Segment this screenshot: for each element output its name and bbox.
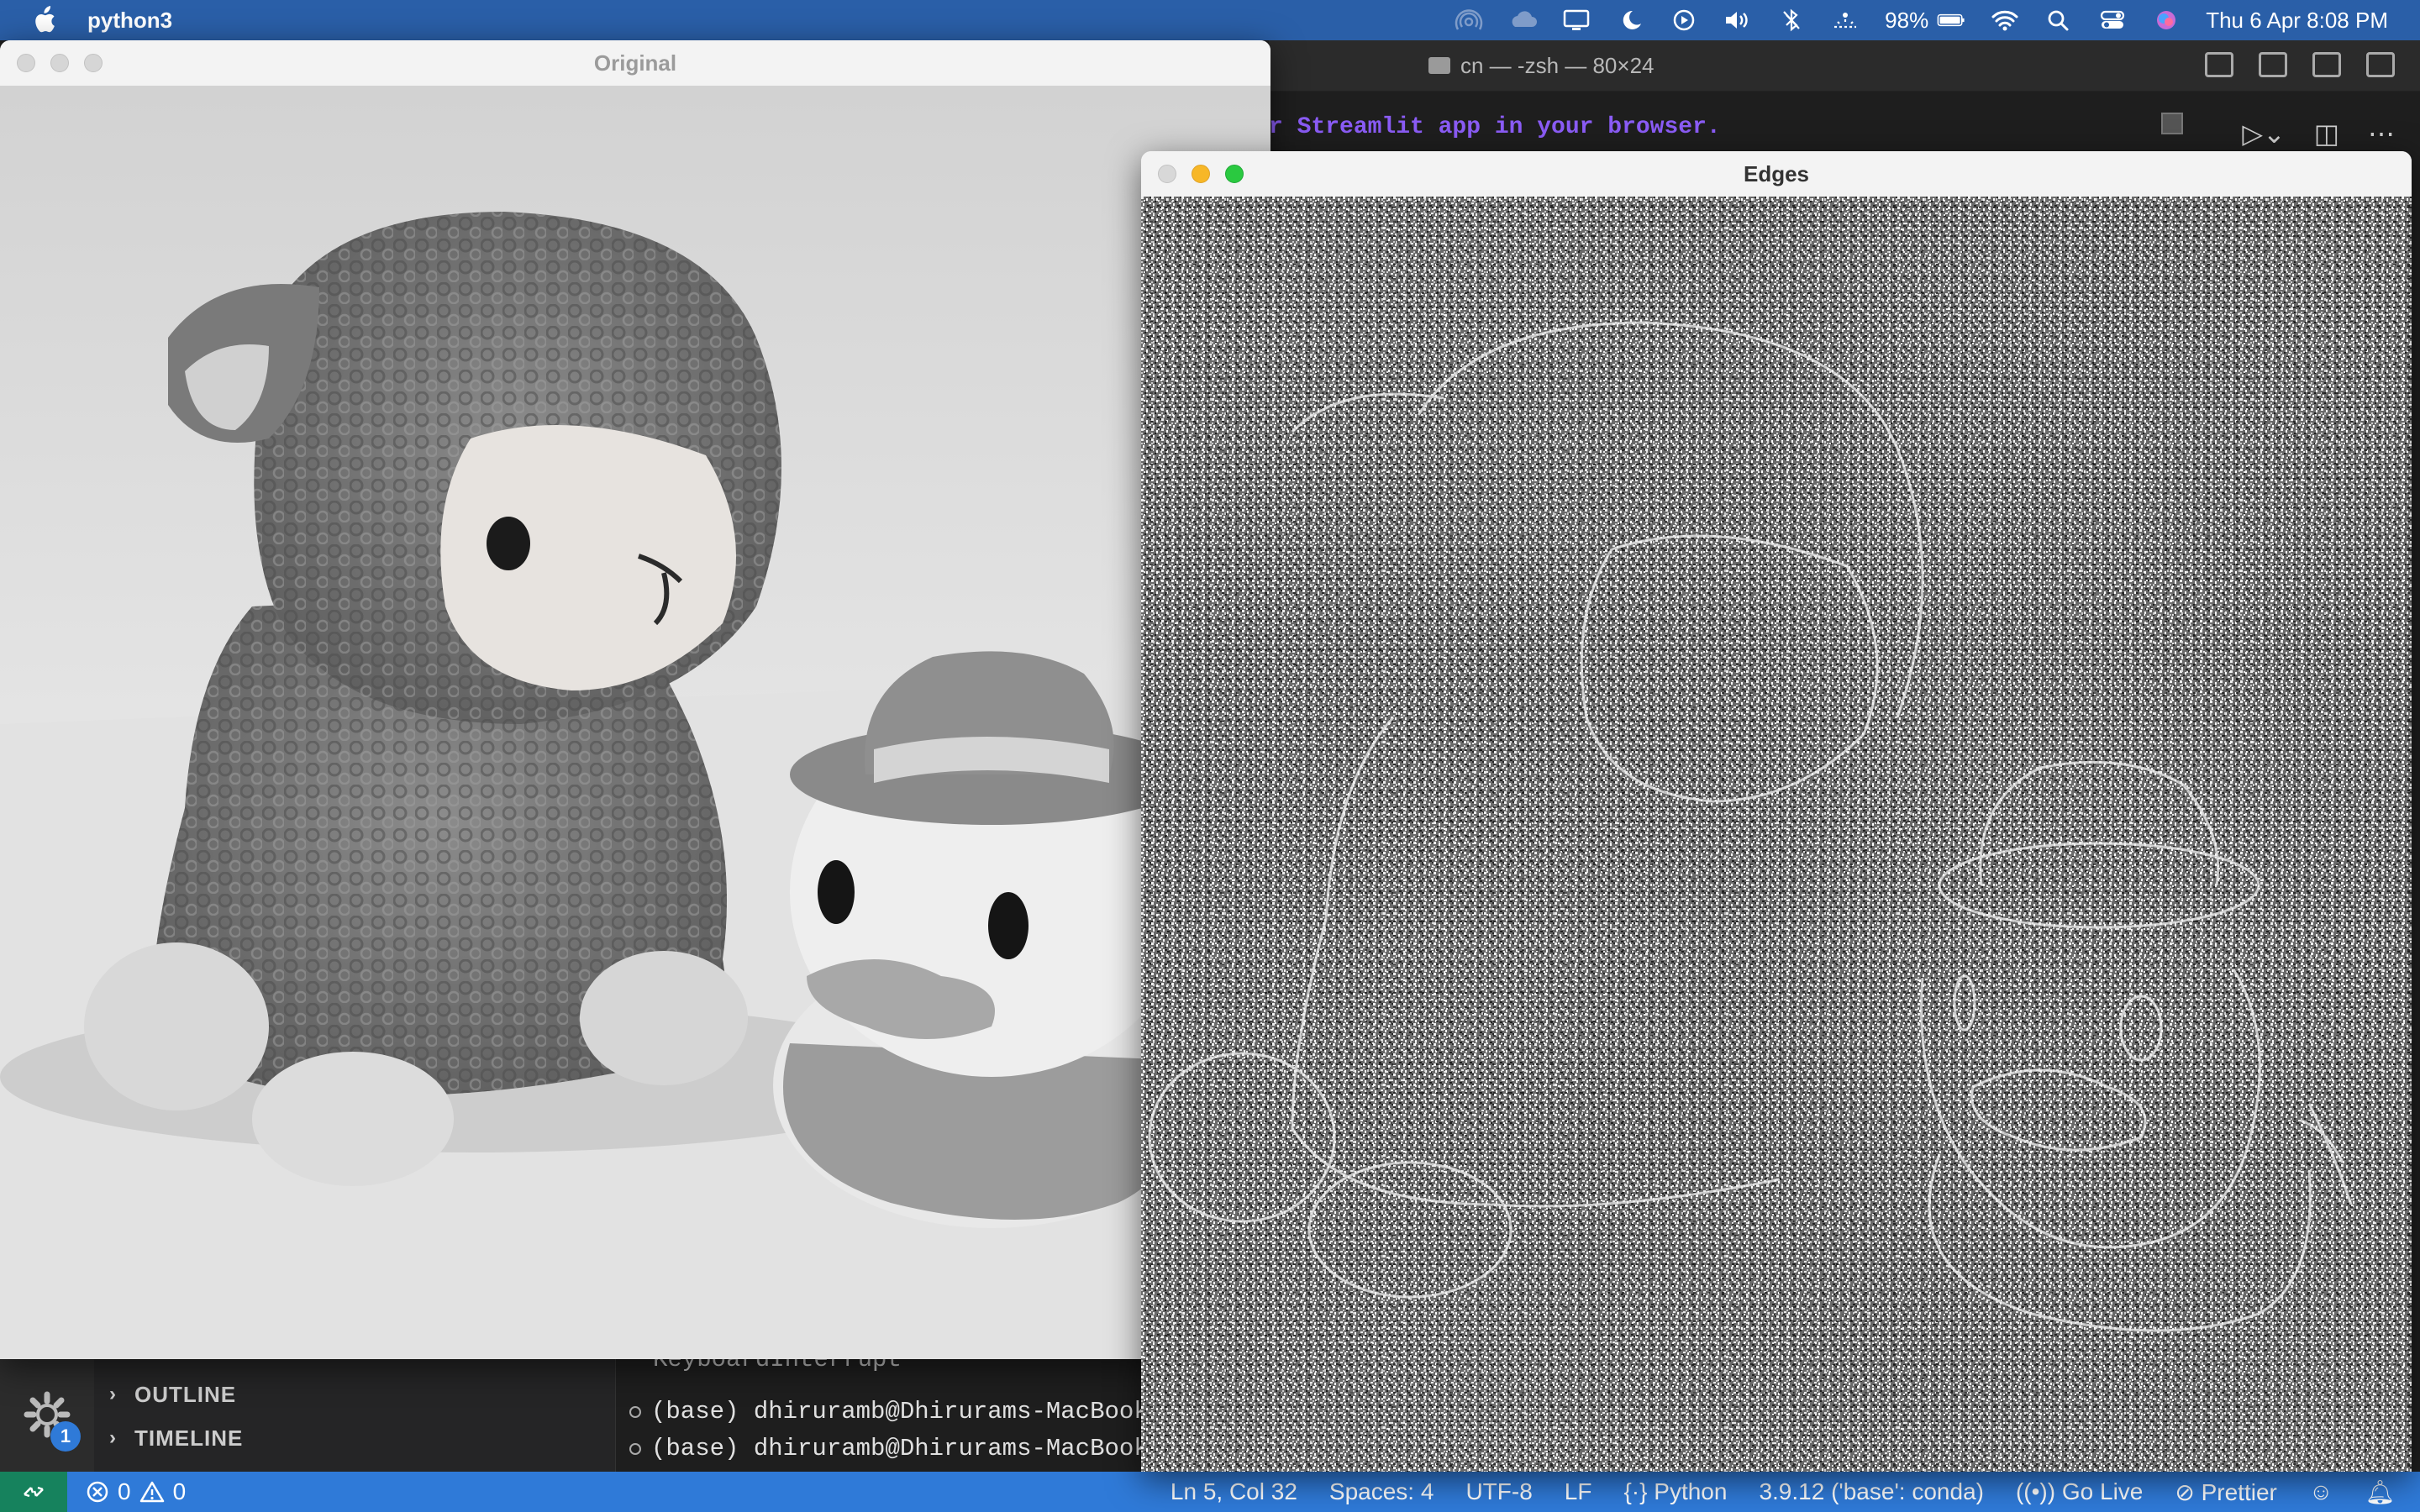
status-menu-area: 98% Thu 6 Apr 8:08 PM [1455,0,2388,40]
terminal-output-line: r Streamlit app in your browser. [1269,114,1721,140]
terminal-prompt: (base) dhiruramb@Dhirurams-MacBook [651,1435,1149,1462]
more-actions-icon[interactable]: ⋯ [2368,118,2395,150]
chevron-right-icon: › [109,1426,117,1449]
terminal-title-text: cn — -zsh — 80×24 [1460,53,1655,78]
edges-window-title: Edges [1743,161,1810,186]
customize-layout-icon[interactable] [2366,52,2395,77]
error-count: 0 [118,1478,131,1504]
line-ending[interactable]: LF [1565,1478,1592,1505]
remote-indicator-icon[interactable] [0,1472,67,1512]
cursor-position[interactable]: Ln 5, Col 32 [1171,1478,1297,1505]
notifications-bell-icon[interactable]: 🔔︎ [2365,1478,2395,1506]
menu-bar: python3 98% Thu 6 Apr 8:08 PM [0,0,2420,40]
terminal-line: (base) dhiruramb@Dhirurams-MacBook [616,1398,1149,1425]
chevron-right-icon: › [109,1383,117,1405]
language-label: Python [1654,1478,1728,1504]
network-icon[interactable] [1831,8,1860,32]
cloud-icon[interactable] [1508,8,1538,32]
warning-icon [139,1481,164,1503]
terminal-scroll-icon[interactable] [2161,113,2183,134]
bluetooth-icon[interactable] [1777,8,1806,32]
app-name[interactable]: python3 [87,8,172,34]
terminal-line: (base) dhiruramb@Dhirurams-MacBook [616,1435,1149,1462]
toggle-sidebar-icon[interactable] [2205,52,2233,77]
terminal-prompt: (base) dhiruramb@Dhirurams-MacBook [651,1398,1149,1425]
siri-icon[interactable] [2152,8,2181,32]
battery-percent: 98% [1885,7,1929,33]
play-icon[interactable] [1670,8,1698,32]
wifi-icon[interactable] [1991,8,2019,32]
volume-icon[interactable] [1723,8,1752,32]
edges-noise-image [1141,197,2412,1472]
go-live-label: Go Live [2061,1478,2144,1504]
timeline-label: TIMELINE [134,1425,244,1451]
status-bar: 0 0 Ln 5, Col 32 Spaces: 4 UTF-8 LF {·} … [0,1472,2420,1512]
outline-section[interactable]: › OUTLINE [94,1373,615,1415]
indentation[interactable]: Spaces: 4 [1329,1478,1434,1505]
layout-controls [2205,52,2395,77]
original-window-titlebar[interactable]: Original [0,40,1270,87]
sidebar-panel: › OUTLINE › TIMELINE [94,1351,615,1473]
manage-badge: 1 [50,1421,81,1452]
prettier-button[interactable]: ⊘ Prettier [2175,1478,2277,1506]
circle-icon [629,1442,641,1455]
encoding[interactable]: UTF-8 [1465,1478,1532,1505]
folder-icon [1428,57,1450,74]
broadcast-icon: ((•)) [2015,1478,2056,1504]
search-icon[interactable] [2044,8,2073,32]
braces-icon: {·} [1623,1478,1648,1504]
editor-toolbar: ▷⌄ ◫ ⋯ [2242,118,2395,150]
terminal-window-title: cn — -zsh — 80×24 [1428,40,1655,91]
python-interpreter[interactable]: 3.9.12 ('base': conda) [1759,1478,1984,1505]
do-not-disturb-icon[interactable] [1616,8,1644,32]
circle-icon [629,1405,641,1418]
feedback-icon[interactable]: ☺ [2309,1478,2333,1505]
menubar-clock[interactable]: Thu 6 Apr 8:08 PM [2206,8,2388,34]
toggle-secondary-sidebar-icon[interactable] [2312,52,2341,77]
original-image-window[interactable]: Original [0,40,1270,1359]
edges-window-titlebar[interactable]: Edges [1141,151,2412,197]
battery-status[interactable]: 98% [1885,8,1965,34]
run-icon[interactable]: ▷⌄ [2242,118,2285,150]
status-right-items: Ln 5, Col 32 Spaces: 4 UTF-8 LF {·} Pyth… [1171,1472,2395,1512]
control-center-icon[interactable] [2098,8,2127,32]
warning-count: 0 [172,1478,187,1504]
airdrop-icon[interactable] [1455,8,1483,32]
battery-icon [1937,8,1965,32]
go-live-button[interactable]: ((•)) Go Live [2016,1478,2143,1505]
original-grayscale-photo [0,86,1270,1359]
outline-label: OUTLINE [134,1381,237,1407]
timeline-section[interactable]: › TIMELINE [94,1417,615,1459]
prettier-icon: ⊘ [2175,1478,2195,1505]
error-icon [87,1481,108,1503]
original-window-title: Original [593,50,677,76]
toggle-panel-icon[interactable] [2259,52,2287,77]
apple-menu-icon[interactable] [32,6,57,34]
split-editor-icon[interactable]: ◫ [2314,118,2339,150]
prettier-label: Prettier [2201,1478,2277,1505]
display-icon[interactable] [1562,8,1591,32]
edges-image-window[interactable]: Edges [1141,151,2412,1472]
language-mode[interactable]: {·} Python [1623,1478,1727,1505]
problems-indicator[interactable]: 0 0 [86,1478,186,1505]
